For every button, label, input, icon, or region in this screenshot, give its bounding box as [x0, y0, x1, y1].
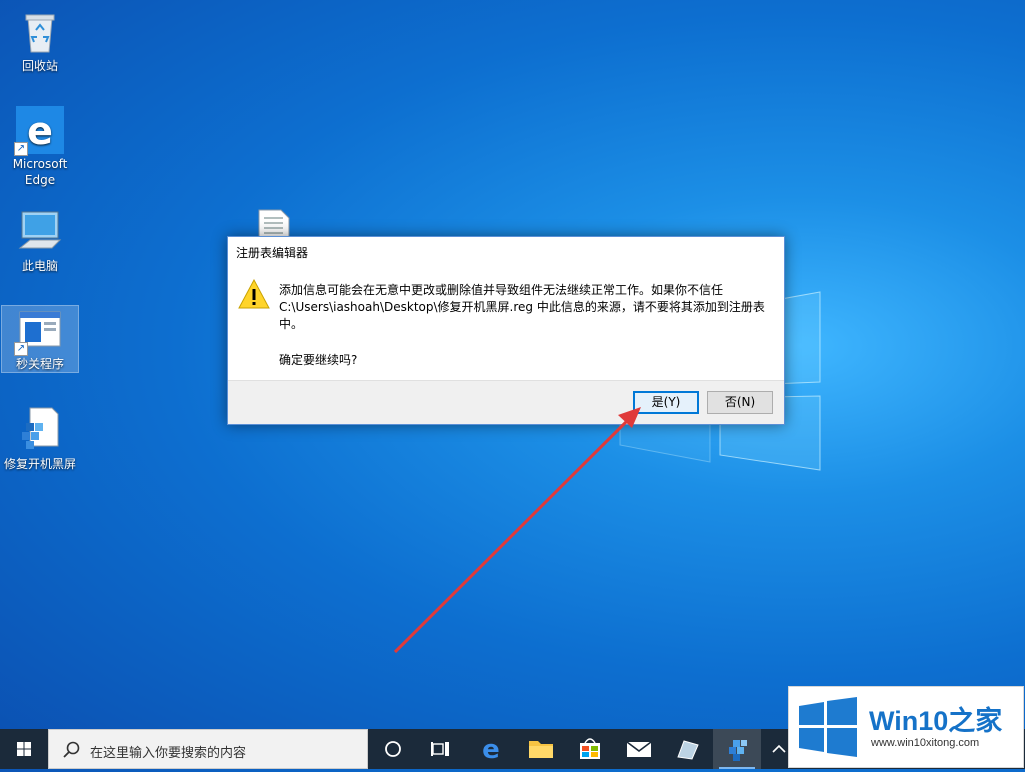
- edge-icon[interactable]: e: [467, 729, 515, 769]
- watermark-title: Win10之家: [869, 706, 1003, 736]
- annotation-arrow: [393, 407, 641, 654]
- search-icon: [63, 741, 80, 758]
- file-explorer-icon[interactable]: [517, 729, 565, 769]
- regedit-icon[interactable]: [713, 729, 761, 769]
- watermark-url: www.win10xitong.com: [871, 737, 980, 749]
- task-view-icon[interactable]: [417, 729, 465, 769]
- app-icon[interactable]: [664, 729, 712, 769]
- mail-icon[interactable]: [615, 729, 663, 769]
- search-placeholder: 在这里输入你要搜索的内容: [90, 746, 247, 761]
- site-watermark: Win10之家 www.win10xitong.com: [788, 686, 1024, 768]
- start-button[interactable]: [0, 729, 48, 769]
- svg-text:e: e: [482, 735, 500, 765]
- store-icon[interactable]: [566, 729, 614, 769]
- windows-start-icon: [17, 742, 31, 756]
- windows-logo-icon: [799, 697, 857, 757]
- cortana-icon[interactable]: [369, 729, 417, 769]
- taskbar-search-box[interactable]: 在这里输入你要搜索的内容: [48, 729, 368, 769]
